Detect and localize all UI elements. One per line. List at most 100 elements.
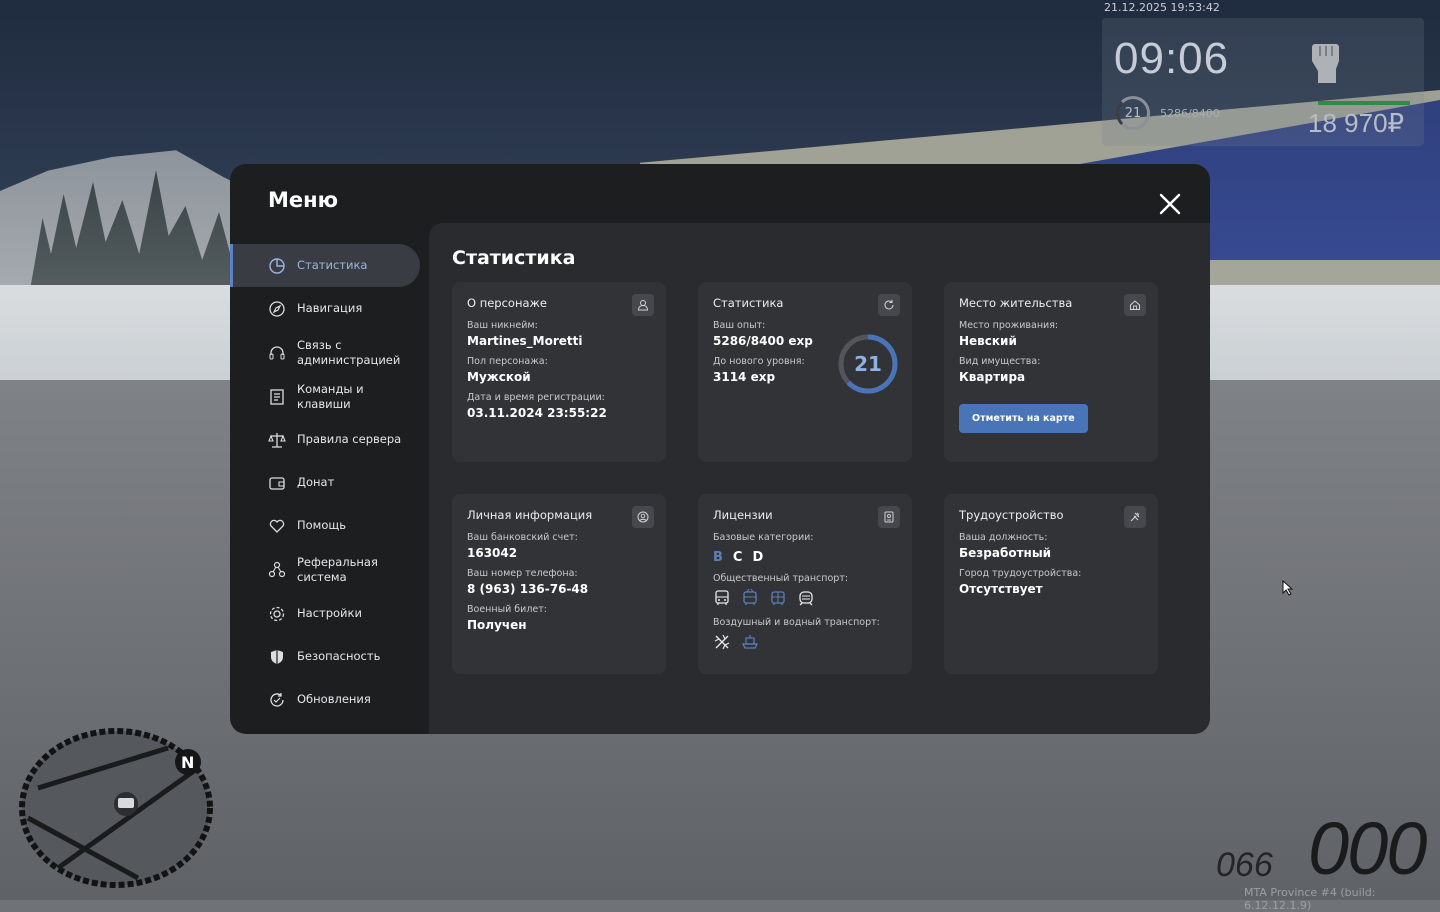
- property-label: Вид имущества:: [959, 356, 1041, 367]
- north-indicator: N: [181, 753, 194, 772]
- sidebar-item-label: Правила сервера: [297, 432, 402, 446]
- sidebar-item-navigation[interactable]: Навигация: [230, 287, 428, 330]
- sidebar-item-rules[interactable]: Правила сервера: [230, 418, 428, 461]
- sidebar-item-admin-contact[interactable]: Связь с администрацией: [230, 330, 428, 375]
- sidebar-item-help[interactable]: Помощь: [230, 504, 428, 547]
- employment-card: Трудоустройство Ваша должность: Безработ…: [944, 494, 1158, 674]
- base-categories-label: Базовые категории:: [713, 532, 814, 543]
- card-title: О персонаже: [467, 296, 547, 310]
- sidebar-item-label: Помощь: [297, 518, 347, 532]
- position-value: Безработный: [959, 546, 1052, 560]
- minimap: N: [19, 728, 213, 888]
- sidebar-item-settings[interactable]: Настройки: [230, 592, 428, 635]
- build-info: MTA Province #4 (build: 6.12.12.1.9): [1244, 886, 1376, 912]
- sidebar-item-label: Настройки: [297, 606, 362, 620]
- sidebar-item-label: Навигация: [297, 301, 363, 315]
- property-value: Квартира: [959, 370, 1026, 384]
- tram-icon: [771, 591, 785, 605]
- phone-label: Ваш номер телефона:: [467, 568, 578, 579]
- hud-money: 18 970₽: [1308, 108, 1405, 138]
- compass-icon: [269, 300, 285, 317]
- phone-value: 8 (963) 136-76-48: [467, 582, 589, 596]
- hud-health-bar: [1318, 101, 1410, 105]
- content-panel: Статистика О персонаже Ваш никнейм: Mart…: [429, 223, 1210, 734]
- level-value: 21: [854, 352, 882, 376]
- sidebar-item-label: Статистика: [297, 258, 368, 272]
- close-icon[interactable]: [1156, 190, 1184, 218]
- plane-icon: [714, 634, 730, 650]
- air-water-icons: [713, 633, 897, 651]
- profile-circle-icon: [632, 506, 654, 528]
- public-transport-label: Общественный транспорт:: [713, 573, 849, 584]
- card-title: Трудоустройство: [959, 508, 1064, 522]
- fist-icon: [1312, 44, 1339, 83]
- sidebar-item-referral[interactable]: Реферальная система: [230, 547, 428, 592]
- sidebar-item-statistics[interactable]: Статистика: [230, 244, 420, 287]
- user-icon: [632, 294, 654, 316]
- sidebar-item-label: Связь с администрацией: [297, 337, 401, 367]
- category-b: B: [713, 550, 723, 565]
- wallet-icon: [269, 476, 285, 490]
- sidebar-item-donate[interactable]: Донат: [230, 461, 428, 504]
- hud-datetime: 21.12.2025 19:53:42: [1104, 1, 1220, 14]
- sidebar-item-label: Обновления: [297, 692, 371, 706]
- place-value: Невский: [959, 334, 1017, 348]
- sidebar-item-label: Реферальная система: [297, 554, 378, 584]
- residence-card: Место жительства Место проживания: Невск…: [944, 282, 1158, 462]
- page-title: Статистика: [452, 247, 576, 269]
- position-label: Ваша должность:: [959, 532, 1048, 543]
- boat-icon: [741, 635, 759, 649]
- license-categories: BCD: [713, 546, 897, 565]
- work-city-label: Город трудоустройства:: [959, 568, 1082, 579]
- air-water-label: Воздушный и водный транспорт:: [713, 617, 880, 628]
- bank-value: 163042: [467, 546, 518, 560]
- character-card: О персонаже Ваш никнейм: Martines_Morett…: [452, 282, 666, 462]
- work-city-value: Отсутствует: [959, 582, 1043, 596]
- heart-hand-icon: [269, 519, 285, 533]
- trolleybus-icon: [743, 589, 757, 605]
- sidebar-item-updates[interactable]: Обновления: [230, 678, 428, 721]
- mark-on-map-button[interactable]: Отметить на карте: [959, 404, 1088, 433]
- military-value: Получен: [467, 618, 527, 632]
- nickname-value: Martines_Moretti: [467, 334, 583, 348]
- nickname-label: Ваш никнейм:: [467, 320, 538, 331]
- shield-icon: [271, 649, 283, 664]
- gear-icon: [269, 606, 285, 621]
- sidebar-item-commands[interactable]: Команды и клавиши: [230, 375, 428, 418]
- gender-value: Мужской: [467, 370, 531, 384]
- card-title: Личная информация: [467, 508, 593, 522]
- refresh-icon: [878, 294, 900, 316]
- fuel-readout: 066: [1216, 846, 1273, 884]
- personal-info-card: Личная информация Ваш банковский счет: 1…: [452, 494, 666, 674]
- id-card-icon: [878, 506, 900, 528]
- pie-chart-icon: [269, 257, 285, 274]
- exp-label: Ваш опыт:: [713, 320, 766, 331]
- military-label: Военный билет:: [467, 604, 547, 615]
- registration-label: Дата и время регистрации:: [467, 392, 605, 403]
- scales-icon: [268, 432, 286, 448]
- hud-exp: 5286/8400: [1160, 107, 1220, 120]
- bus-icon: [715, 590, 729, 605]
- sidebar-item-security[interactable]: Безопасность: [230, 635, 428, 678]
- document-icon: [270, 388, 284, 405]
- menu-window: Меню Статистика Навигация Связь с админи…: [230, 164, 1210, 734]
- tools-icon: [1124, 506, 1146, 528]
- headset-icon: [269, 345, 285, 359]
- bank-label: Ваш банковский счет:: [467, 532, 578, 543]
- gender-label: Пол персонажа:: [467, 356, 548, 367]
- card-title: Место жительства: [959, 296, 1073, 310]
- category-c: C: [732, 550, 743, 565]
- sidebar-item-label: Безопасность: [297, 649, 381, 663]
- public-transport-icons: [713, 589, 897, 607]
- registration-value: 03.11.2024 23:55:22: [467, 406, 607, 420]
- category-d: D: [752, 550, 764, 565]
- card-title: Лицензии: [713, 508, 773, 522]
- refresh-icon: [270, 692, 284, 707]
- sidebar-item-label: Команды и клавиши: [297, 381, 364, 411]
- licenses-card: Лицензии Базовые категории: BCD Обществе…: [698, 494, 912, 674]
- menu-title: Меню: [268, 188, 339, 212]
- sidebar-item-label: Донат: [297, 475, 335, 489]
- place-label: Место проживания:: [959, 320, 1059, 331]
- hud-time: 09:06: [1114, 34, 1230, 83]
- speed-readout: 000: [1308, 807, 1427, 890]
